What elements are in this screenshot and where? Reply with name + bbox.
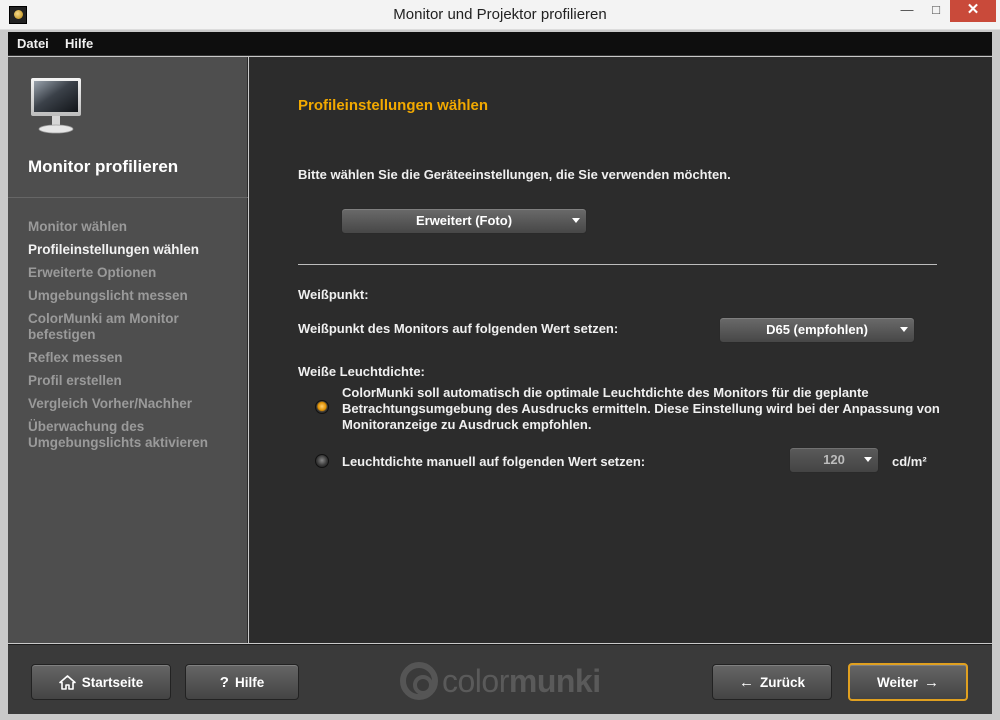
instruction-text: Bitte wählen Sie die Geräteeinstellungen…	[298, 167, 731, 182]
luminance-value: 120	[823, 452, 845, 467]
back-button[interactable]: ← Zurück	[712, 664, 832, 700]
step-umgebungslicht-messen: Umgebungslicht messen	[28, 288, 188, 303]
window-title: Monitor und Projektor profilieren	[393, 6, 607, 23]
menu-bar: Datei Hilfe	[8, 32, 992, 56]
maximize-button[interactable]: □	[922, 0, 950, 22]
colormunki-logo-text: colormunki	[442, 662, 601, 699]
section-divider	[298, 264, 937, 265]
sidebar-divider	[8, 197, 248, 198]
preset-dropdown[interactable]: Erweitert (Foto)	[341, 208, 587, 234]
luminance-heading: Weiße Leuchtdichte:	[298, 364, 425, 379]
home-icon	[58, 674, 76, 690]
preset-dropdown-value: Erweitert (Foto)	[415, 213, 513, 228]
whitepoint-dropdown[interactable]: D65 (empfohlen)	[719, 317, 915, 343]
close-button[interactable]: ✕	[950, 0, 996, 22]
chevron-down-icon	[900, 327, 908, 332]
menu-datei[interactable]: Datei	[17, 36, 49, 51]
sidebar: Monitor profilieren Monitor wählen Profi…	[8, 57, 248, 643]
step-ueberwachung: Überwachung des Umgebungslichts aktivier…	[28, 419, 209, 450]
arrow-left-icon: ←	[738, 673, 754, 691]
monitor-icon	[31, 78, 81, 134]
help-button-label: Hilfe	[234, 674, 265, 690]
whitepoint-dropdown-value: D65 (empfohlen)	[766, 322, 868, 337]
question-icon: ?	[219, 673, 229, 691]
chevron-down-icon	[572, 218, 580, 223]
step-erweiterte-optionen: Erweiterte Optionen	[28, 265, 157, 280]
luminance-value-dropdown[interactable]: 120	[789, 447, 879, 473]
home-button[interactable]: Startseite	[31, 664, 171, 700]
radio-manual-luminance[interactable]	[315, 454, 329, 468]
colormunki-logo-mark	[400, 662, 438, 700]
colormunki-logo: colormunki	[400, 661, 601, 701]
wizard-steps: Monitor wählen Profileinstellungen wähle…	[28, 219, 243, 458]
arrow-right-icon: →	[924, 673, 939, 691]
next-button[interactable]: Weiter →	[848, 663, 968, 701]
home-button-label: Startseite	[81, 674, 144, 690]
main-panel: Profileinstellungen wählen Bitte wählen …	[249, 57, 992, 643]
next-button-label: Weiter	[876, 674, 918, 690]
menu-hilfe[interactable]: Hilfe	[65, 36, 93, 51]
step-vergleich: Vergleich Vorher/Nachher	[28, 396, 193, 411]
step-reflex-messen: Reflex messen	[28, 350, 123, 365]
sidebar-title: Monitor profilieren	[28, 157, 179, 176]
step-monitor-waehlen: Monitor wählen	[28, 219, 127, 234]
chevron-down-icon	[864, 457, 872, 462]
radio-auto-luminance[interactable]	[315, 400, 329, 414]
back-button-label: Zurück	[759, 674, 805, 690]
step-profil-erstellen: Profil erstellen	[28, 373, 122, 388]
step-colormunki-befestigen: ColorMunki am Monitor befestigen	[28, 311, 179, 342]
bottom-bar: Startseite ? Hilfe colormunki ← Zurück W…	[8, 644, 992, 714]
minimize-button[interactable]: —	[892, 0, 922, 22]
radio-auto-label: ColorMunki soll automatisch die optimale…	[342, 385, 940, 432]
radio-manual-label: Leuchtdichte manuell auf folgenden Wert …	[342, 454, 646, 469]
window-titlebar: Monitor und Projektor profilieren — □ ✕	[0, 0, 1000, 30]
page-title: Profileinstellungen wählen	[298, 97, 489, 114]
whitepoint-heading: Weißpunkt:	[298, 287, 369, 302]
whitepoint-label: Weißpunkt des Monitors auf folgenden Wer…	[298, 321, 619, 336]
help-button[interactable]: ? Hilfe	[185, 664, 299, 700]
step-profileinstellungen: Profileinstellungen wählen	[28, 242, 200, 257]
luminance-unit: cd/m²	[892, 454, 927, 469]
